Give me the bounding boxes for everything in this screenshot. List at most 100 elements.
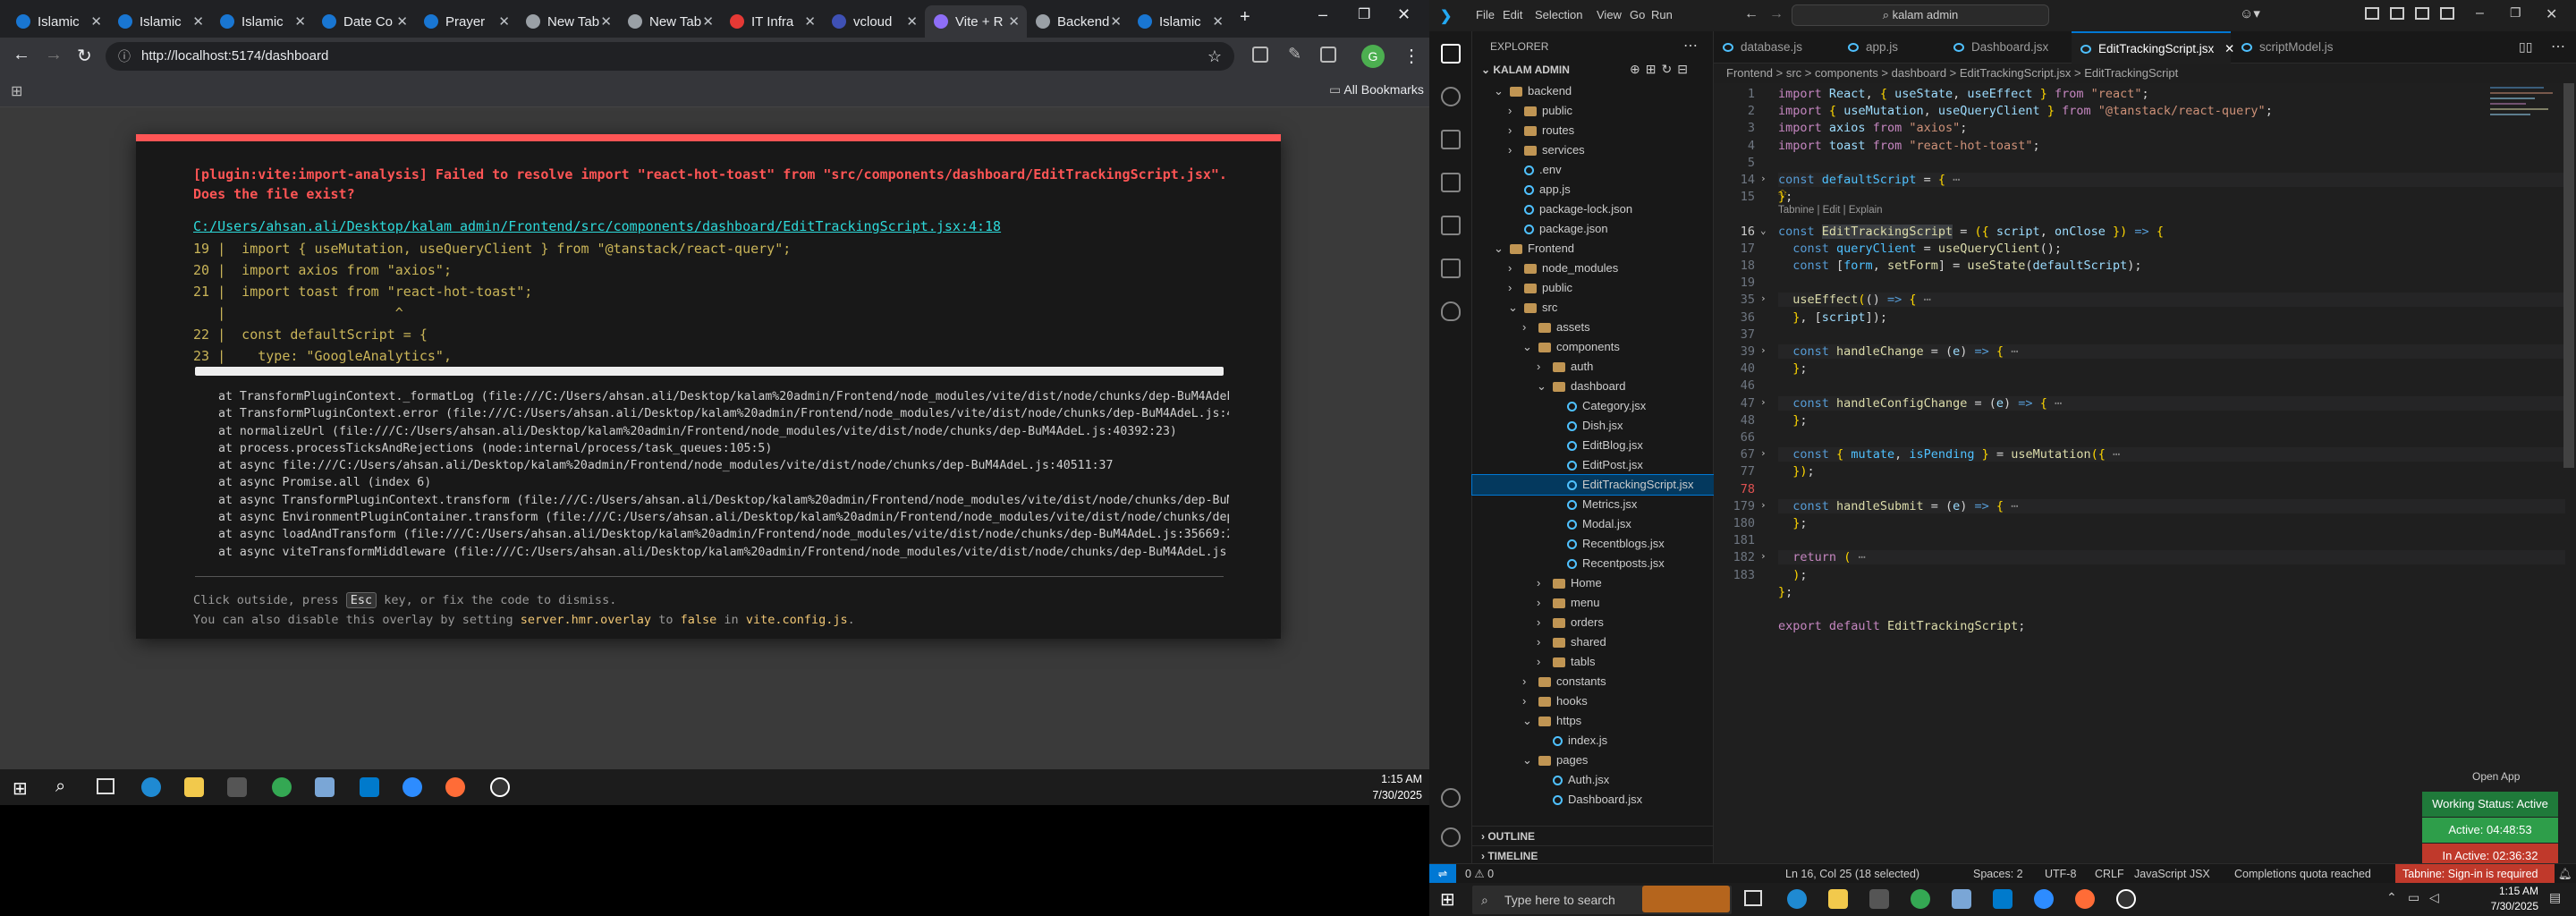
notifications-icon[interactable]: ▤	[2549, 890, 2561, 905]
codelens-actions[interactable]: Tabnine | Edit | Explain	[1778, 205, 1883, 216]
stack-frame[interactable]: at TransformPluginContext.error (file://…	[218, 405, 1229, 422]
cursor-position[interactable]: Ln 16, Col 25 (18 selected)	[1785, 864, 1919, 884]
tree-folder[interactable]: ⌄ https	[1472, 711, 1714, 731]
remote-indicator-icon[interactable]: ⇌	[1429, 864, 1456, 884]
tree-file[interactable]: Modal.jsx	[1472, 514, 1714, 534]
settings-gear-icon[interactable]	[1441, 827, 1461, 847]
editor-tab[interactable]: Dashboard.jsx	[1945, 31, 2070, 64]
editor-tab[interactable]: app.js	[1839, 31, 1943, 64]
postman-icon[interactable]	[2075, 889, 2095, 909]
source-control-icon[interactable]	[1441, 130, 1461, 149]
menu-selection[interactable]: Selection	[1535, 8, 1582, 21]
run-debug-icon[interactable]	[1441, 173, 1461, 192]
close-window-icon[interactable]: ✕	[2546, 5, 2557, 23]
tree-file[interactable]: package.json	[1472, 219, 1714, 239]
sidepanel-icon[interactable]	[1320, 47, 1336, 63]
app-icon[interactable]	[490, 777, 510, 797]
code-line[interactable]: }, [script]);	[1778, 310, 1887, 325]
scrollbar[interactable]	[195, 367, 1224, 376]
more-actions-icon[interactable]: ⋯	[1683, 37, 1698, 55]
clock[interactable]: 1:15 AM 7/30/2025	[2476, 884, 2538, 914]
minimize-icon[interactable]: –	[2476, 5, 2484, 21]
tree-folder[interactable]: › Home	[1472, 573, 1714, 593]
tree-file[interactable]: .env	[1472, 160, 1714, 180]
tree-file[interactable]: Recentposts.jsx	[1472, 554, 1714, 573]
minimap[interactable]	[2490, 83, 2562, 191]
fold-chevron-icon[interactable]: ›	[1760, 173, 1767, 184]
tree-file[interactable]: EditTrackingScript.jsx	[1471, 474, 1715, 496]
vite-error-overlay[interactable]: [plugin:vite:import-analysis] Failed to …	[136, 134, 1281, 639]
tree-folder[interactable]: › routes	[1472, 121, 1714, 140]
tree-folder[interactable]: › public	[1472, 101, 1714, 121]
file-explorer-icon[interactable]	[184, 777, 204, 797]
browser-tab[interactable]: IT Infra ✕	[721, 5, 823, 38]
extensions-icon[interactable]	[1441, 216, 1461, 235]
toggle-panel-icon[interactable]	[2415, 7, 2429, 20]
tab-close-icon[interactable]: ✕	[192, 13, 204, 30]
code-line[interactable]: const queryClient = useQueryClient();	[1778, 242, 2062, 256]
fold-chevron-icon[interactable]: ›	[1760, 293, 1767, 304]
bookmark-star-icon[interactable]: ☆	[1208, 42, 1222, 71]
edge-icon[interactable]	[1787, 889, 1807, 909]
tab-close-icon[interactable]: ✕	[498, 13, 510, 30]
editor-tab[interactable]: scriptModel.js	[2233, 31, 2358, 64]
windows-start-icon[interactable]: ⊞	[1440, 888, 1455, 911]
pen-icon[interactable]: ✎	[1288, 45, 1301, 64]
app-icon[interactable]	[1952, 889, 1971, 909]
tab-close-icon[interactable]: ✕	[90, 13, 102, 30]
code-line[interactable]: import React, { useState, useEffect } fr…	[1778, 87, 2149, 101]
tab-close-icon[interactable]: ✕	[1008, 13, 1020, 30]
browser-menu-icon[interactable]: ⋮	[1402, 45, 1420, 67]
stack-frame[interactable]: at async EnvironmentPluginContainer.tran…	[218, 509, 1229, 526]
back-icon[interactable]: ←	[13, 45, 30, 65]
code-line[interactable]: const defaultScript = { ⋯	[1778, 173, 2565, 187]
tree-file[interactable]: EditBlog.jsx	[1472, 436, 1714, 455]
search-icon[interactable]	[1441, 87, 1461, 106]
search-icon[interactable]: ⌕	[55, 776, 65, 797]
notifications-bell-icon[interactable]: 🔔︎	[2558, 864, 2572, 884]
problems-count[interactable]: 0 ⚠ 0	[1465, 864, 1494, 884]
indentation[interactable]: Spaces: 2	[1973, 864, 2023, 884]
tree-file[interactable]: Dashboard.jsx	[1472, 790, 1714, 810]
tree-file[interactable]: app.js	[1472, 180, 1714, 199]
lightbulb-icon[interactable]: 💡︎	[1778, 188, 1786, 202]
fold-chevron-icon[interactable]: ›	[1760, 396, 1767, 408]
tree-folder[interactable]: › orders	[1472, 613, 1714, 632]
store-icon[interactable]	[1869, 889, 1889, 909]
explorer-actions[interactable]: ⊕⊞↻⊟	[1630, 62, 1693, 77]
breadcrumb[interactable]: Frontend > src > components > dashboard …	[1714, 64, 2576, 83]
clock[interactable]: 1:15 AM 7/30/2025	[1342, 771, 1422, 803]
chrome-icon[interactable]	[1911, 889, 1930, 909]
tree-folder[interactable]: ⌄ Frontend	[1472, 239, 1714, 259]
tabnine-status[interactable]: Tabnine: Sign-in is required	[2395, 864, 2555, 883]
close-window-icon[interactable]: ✕	[1397, 5, 1411, 24]
windows-start-icon[interactable]: ⊞	[13, 777, 28, 800]
address-bar[interactable]: ⓘ http://localhost:5174/dashboard ☆	[106, 42, 1234, 71]
fold-chevron-icon[interactable]: ⌄	[1760, 225, 1767, 236]
code-editor[interactable]: 1 import React, { useState, useEffect } f…	[1714, 83, 2576, 863]
working-status-badge[interactable]: Working Status: Active	[2422, 792, 2558, 817]
app-icon[interactable]	[315, 777, 335, 797]
browser-tab[interactable]: Vite + R ✕	[925, 5, 1027, 38]
code-line[interactable]: };	[1778, 585, 1792, 599]
code-line[interactable]: export default EditTrackingScript;	[1778, 619, 2025, 633]
tree-folder[interactable]: › services	[1472, 140, 1714, 160]
language-mode[interactable]: JavaScript JSX	[2134, 864, 2210, 884]
fold-chevron-icon[interactable]: ›	[1760, 499, 1767, 511]
vscode-icon[interactable]	[1993, 889, 2012, 909]
stack-frame[interactable]: at async viteTransformMiddleware (file:/…	[218, 544, 1229, 561]
more-actions-icon[interactable]: ⋯	[2551, 38, 2565, 55]
tab-close-icon[interactable]: ✕	[1212, 13, 1224, 30]
tree-file[interactable]: Dish.jsx	[1472, 416, 1714, 436]
tray-chevron-icon[interactable]: ⌃	[2386, 890, 2397, 905]
tab-close-icon[interactable]: ✕	[600, 13, 612, 30]
all-bookmarks-link[interactable]: ▭ All Bookmarks	[1329, 82, 1424, 98]
error-file-link[interactable]: C:/Users/ahsan.ali/Desktop/kalam admin/F…	[193, 218, 1001, 234]
editor-tab[interactable]: EditTrackingScript.jsx ✕	[2072, 31, 2234, 64]
remote-explorer-icon[interactable]	[1441, 259, 1461, 278]
timeline-section[interactable]: › TIMELINE	[1472, 845, 1714, 865]
restore-icon[interactable]: ❐	[1358, 5, 1370, 23]
volume-icon[interactable]: ◁	[2429, 890, 2439, 905]
zoom-icon[interactable]	[2034, 889, 2054, 909]
tree-folder[interactable]: › menu	[1472, 593, 1714, 613]
